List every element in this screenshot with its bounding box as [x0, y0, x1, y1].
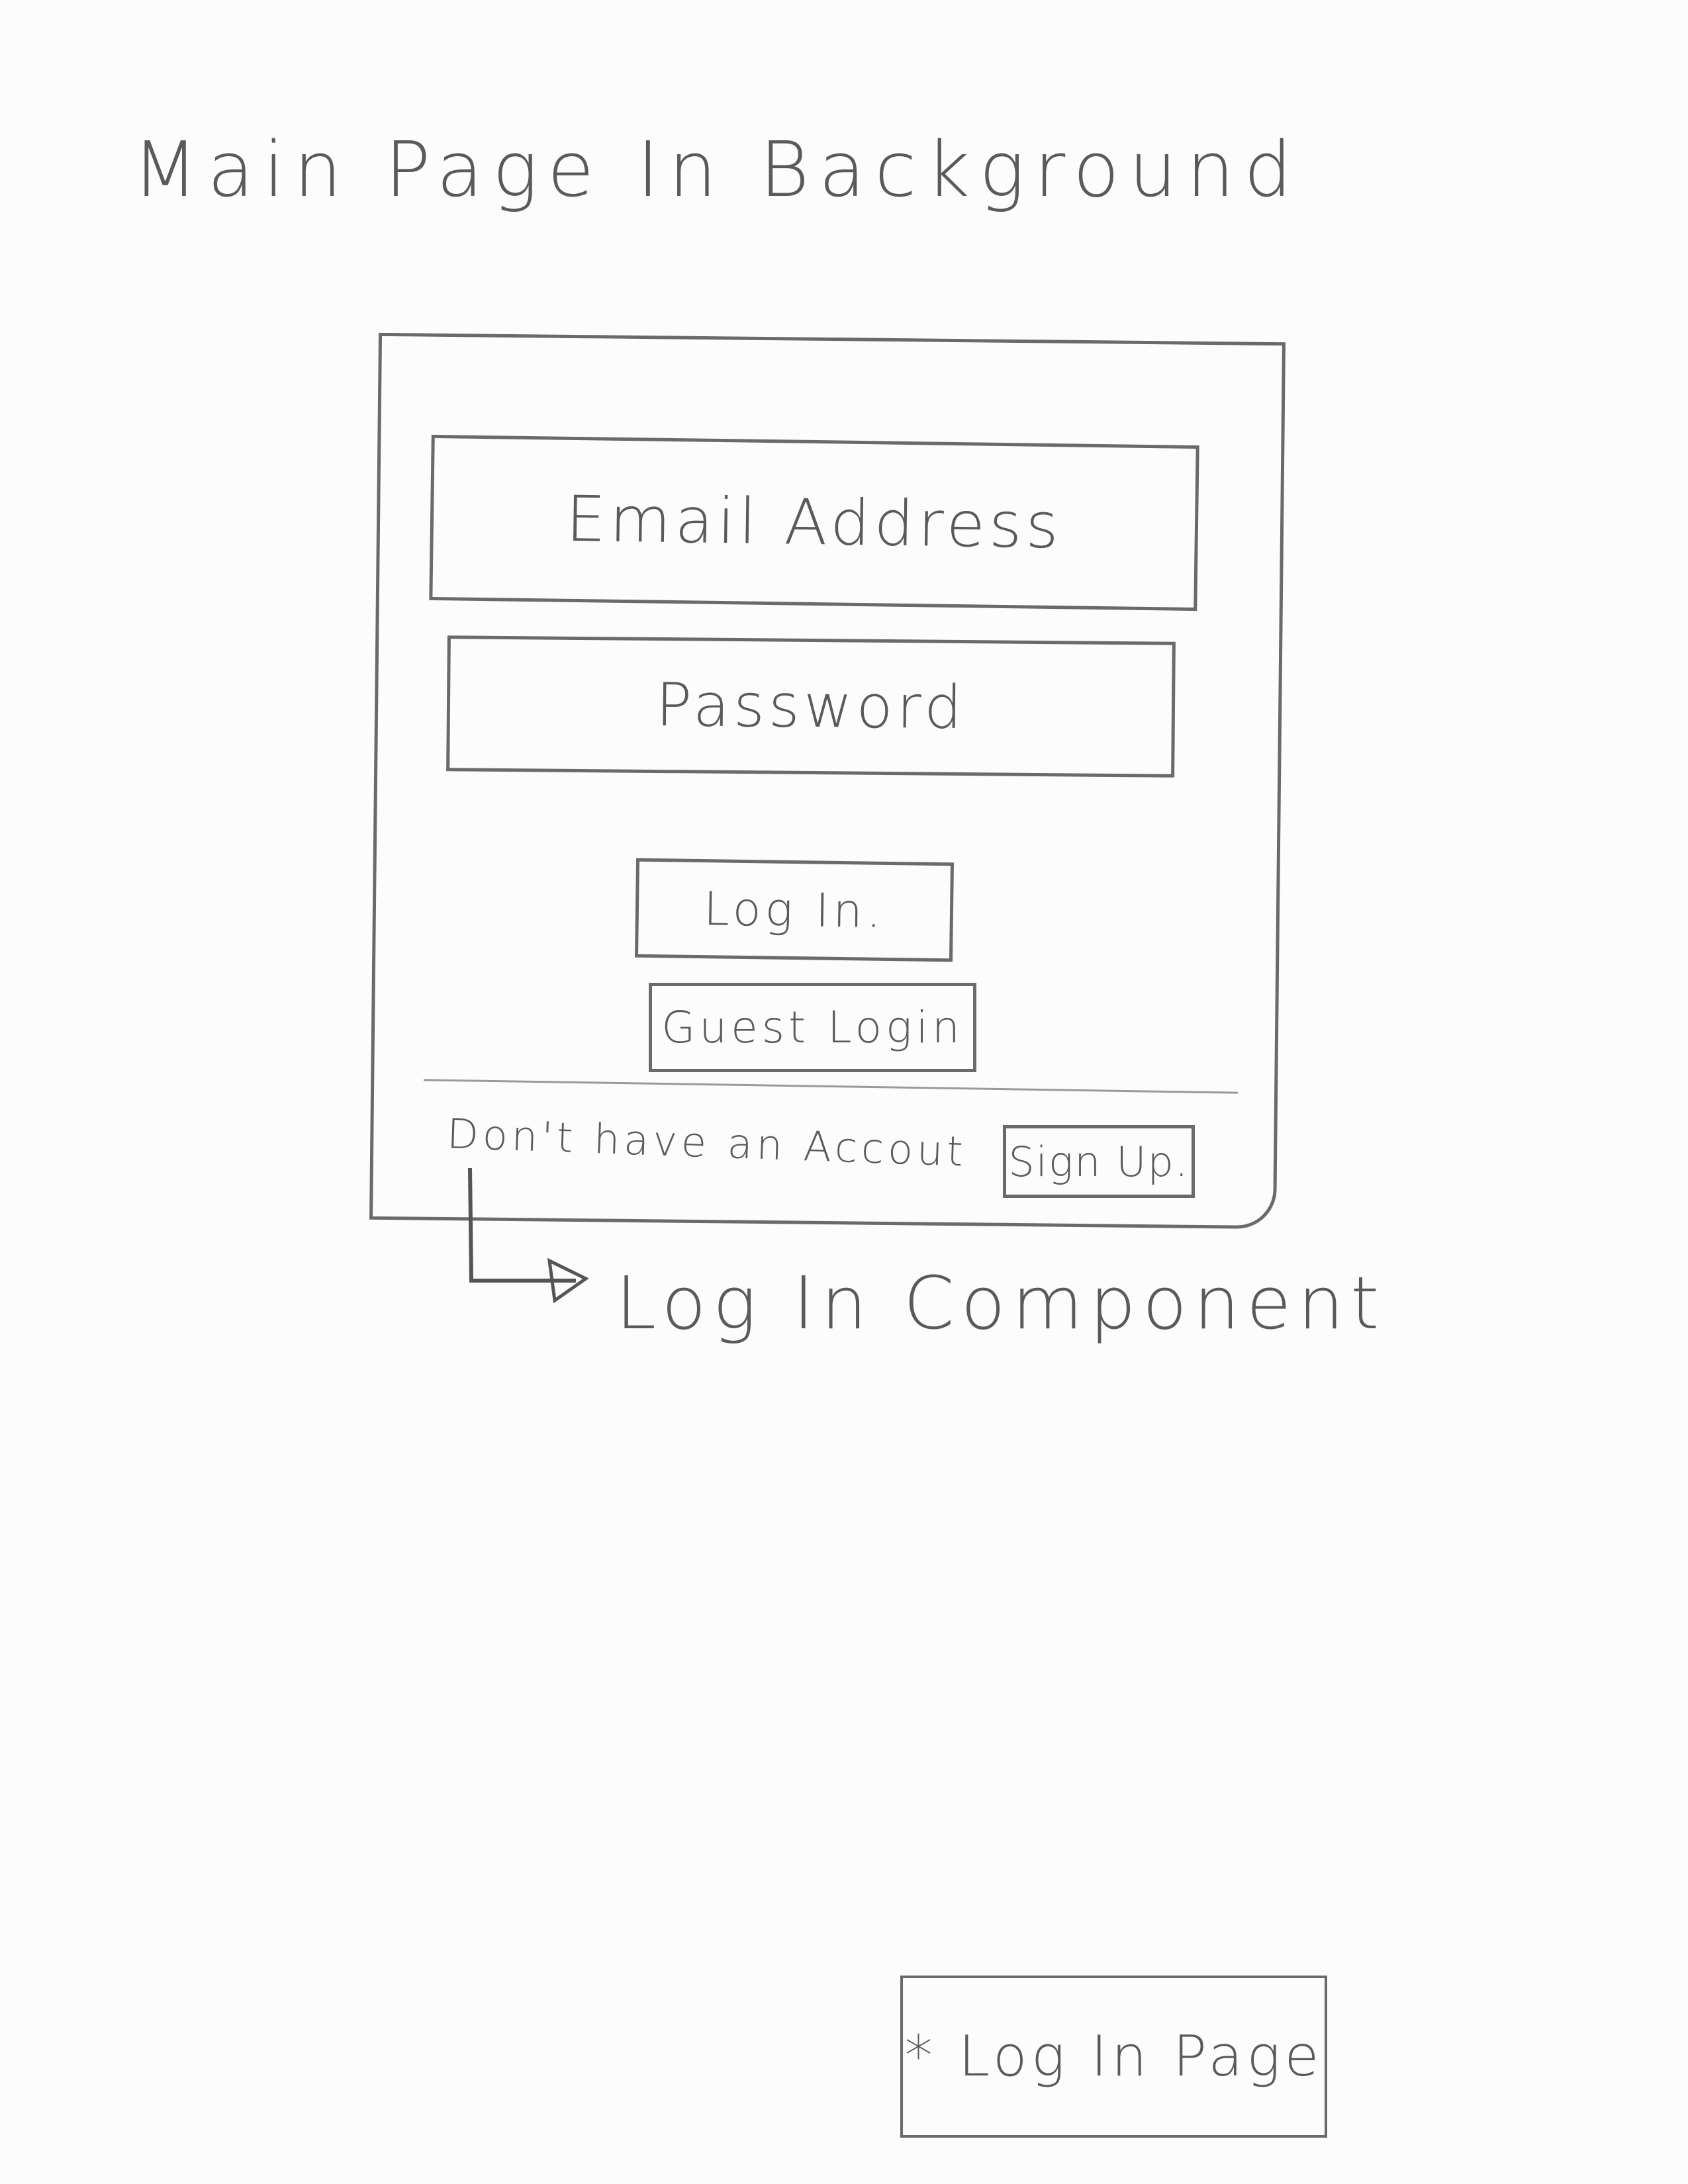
page-label: * Log In Page	[904, 2024, 1323, 2089]
login-button-label: Log In.	[703, 882, 886, 938]
email-input[interactable]: Email Address	[429, 434, 1199, 612]
password-input[interactable]: Password	[446, 635, 1176, 778]
password-placeholder: Password	[655, 670, 966, 743]
signup-button[interactable]: Sign Up.	[1003, 1125, 1195, 1198]
email-placeholder: Email Address	[565, 482, 1063, 563]
page-label-box: * Log In Page	[900, 1976, 1327, 2138]
annotation-label: Log In Component	[616, 1261, 1386, 1345]
guest-login-button-label: Guest Login	[661, 1002, 964, 1053]
signup-button-label: Sign Up.	[1008, 1137, 1190, 1186]
guest-login-button[interactable]: Guest Login	[649, 983, 976, 1072]
login-button[interactable]: Log In.	[634, 858, 955, 962]
page-heading: Main Page In Background	[132, 126, 1301, 214]
annotation-arrow-icon	[468, 1167, 589, 1304]
